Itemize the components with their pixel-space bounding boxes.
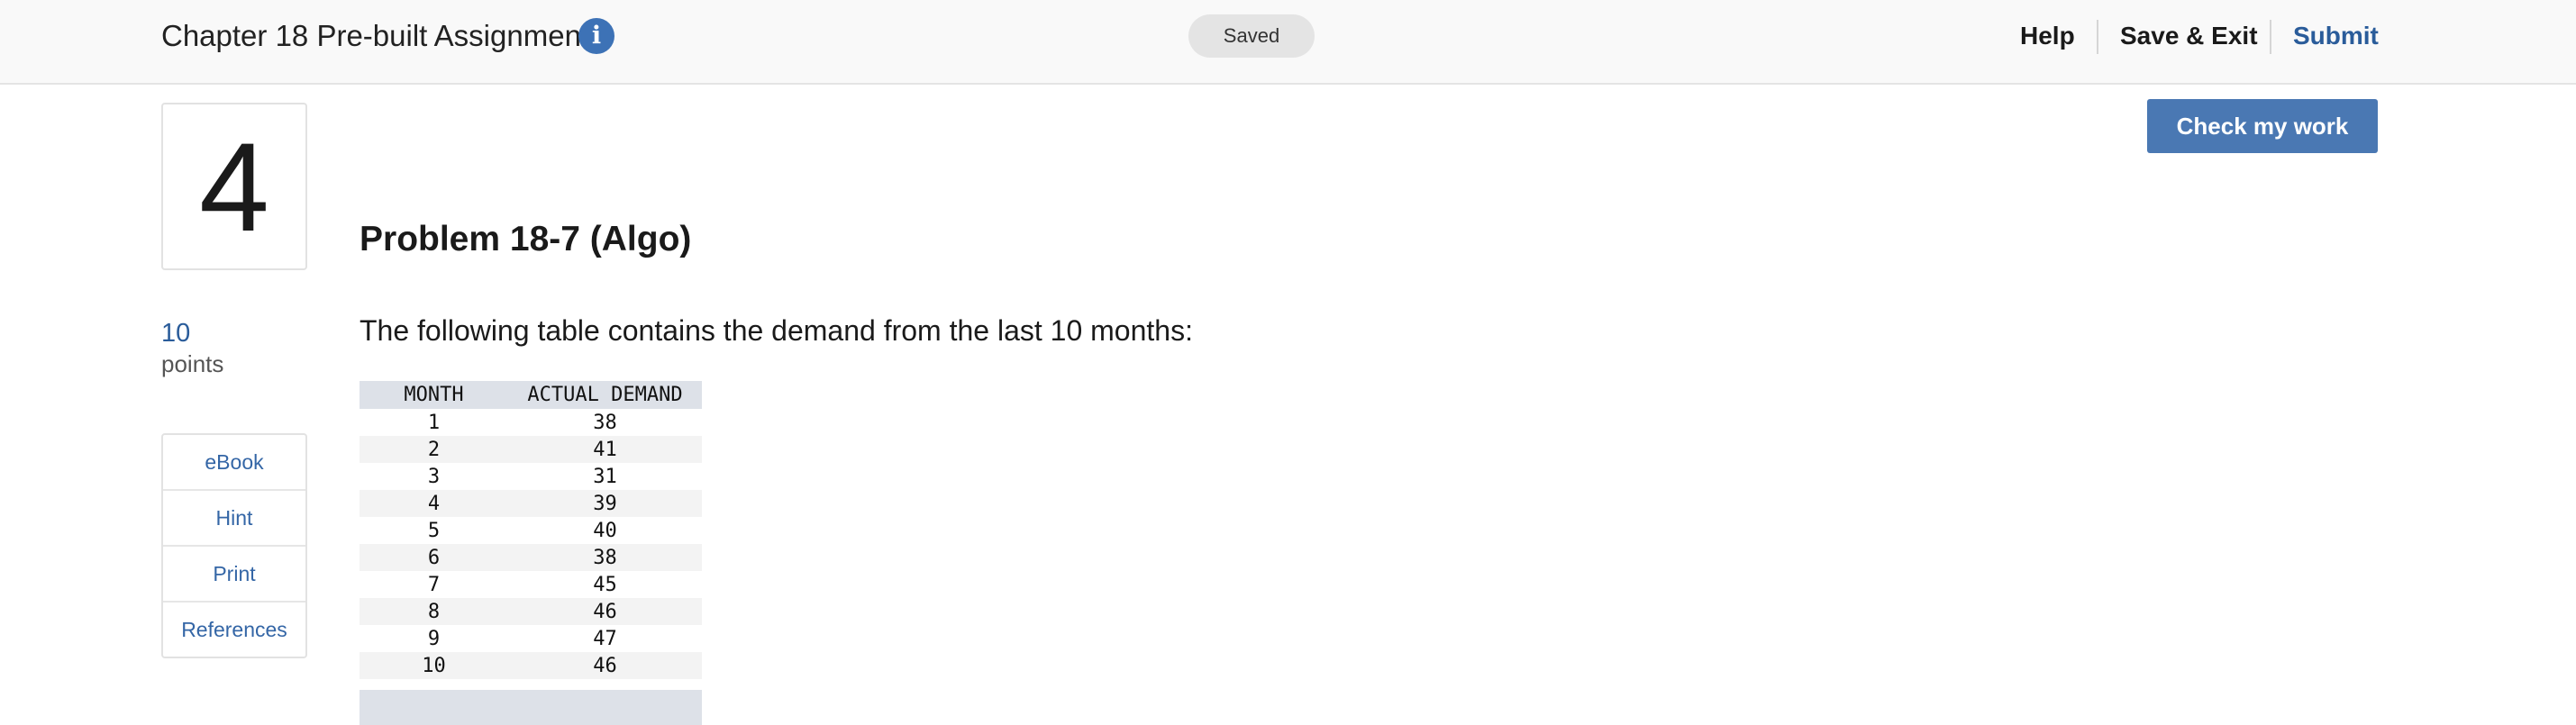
month-cell: 2 xyxy=(360,436,508,463)
table-row: 7 45 xyxy=(360,571,702,598)
assignment-page: Chapter 18 Pre-built Assignment i Saved … xyxy=(0,0,2576,725)
table-row: 10 46 xyxy=(360,652,702,679)
top-header: Chapter 18 Pre-built Assignment i Saved … xyxy=(0,0,2576,85)
info-icon[interactable]: i xyxy=(578,18,614,54)
table-row: 6 38 xyxy=(360,544,702,571)
month-column-header: MONTH xyxy=(360,381,508,409)
demand-cell: 45 xyxy=(593,573,617,596)
table-row: 2 41 xyxy=(360,436,702,463)
demand-cell: 47 xyxy=(593,627,617,650)
ebook-link[interactable]: eBook xyxy=(163,435,305,491)
month-cell: 1 xyxy=(427,411,441,434)
submit-link[interactable]: Submit xyxy=(2293,16,2379,56)
save-exit-link[interactable]: Save & Exit xyxy=(2120,16,2258,56)
print-link[interactable]: Print xyxy=(163,547,305,603)
month-cell: 3 xyxy=(427,465,441,488)
month-cell: 4 xyxy=(360,490,508,517)
problem-title: Problem 18-7 (Algo) xyxy=(360,220,692,258)
table-row: 4 39 xyxy=(360,490,702,517)
question-number: 4 xyxy=(199,116,269,258)
table-row: 3 31 xyxy=(360,463,702,490)
saved-status-badge: Saved xyxy=(1188,14,1315,58)
points-label: points xyxy=(161,350,224,377)
table-row: 8 46 xyxy=(360,598,702,625)
demand-cell: 46 xyxy=(508,598,702,625)
demand-cell: 39 xyxy=(508,490,702,517)
month-cell: 8 xyxy=(360,598,508,625)
question-number-box: 4 xyxy=(161,103,307,270)
help-link[interactable]: Help xyxy=(2020,16,2075,56)
check-my-work-button[interactable]: Check my work xyxy=(2147,99,2378,153)
month-cell: 9 xyxy=(427,627,441,650)
demand-column-header: ACTUAL DEMAND xyxy=(508,381,702,409)
demand-cell: 31 xyxy=(593,465,617,488)
table-row: 1 38 xyxy=(360,409,702,436)
question-tools-panel: eBook Hint Print References xyxy=(161,433,307,658)
table-row: 9 47 xyxy=(360,625,702,652)
demand-cell: 38 xyxy=(593,411,617,434)
nav-divider xyxy=(2270,20,2271,54)
table-footer-bar xyxy=(360,690,702,725)
demand-cell: 41 xyxy=(508,436,702,463)
demand-cell: 46 xyxy=(508,652,702,679)
table-row: 5 40 xyxy=(360,517,702,544)
demand-cell: 40 xyxy=(593,519,617,542)
demand-cell: 38 xyxy=(508,544,702,571)
month-cell: 6 xyxy=(360,544,508,571)
month-cell: 10 xyxy=(360,652,508,679)
demand-table: MONTH ACTUAL DEMAND 1 38 2 41 3 31 4 39 xyxy=(360,381,702,679)
month-cell: 5 xyxy=(427,519,441,542)
hint-link[interactable]: Hint xyxy=(163,491,305,547)
nav-divider xyxy=(2097,20,2098,54)
references-link[interactable]: References xyxy=(163,603,305,657)
points-value: 10 xyxy=(161,319,191,348)
problem-intro-text: The following table contains the demand … xyxy=(360,314,1193,347)
table-header-row: MONTH ACTUAL DEMAND xyxy=(360,381,702,409)
month-cell: 7 xyxy=(427,573,441,596)
assignment-title: Chapter 18 Pre-built Assignment xyxy=(161,19,590,52)
